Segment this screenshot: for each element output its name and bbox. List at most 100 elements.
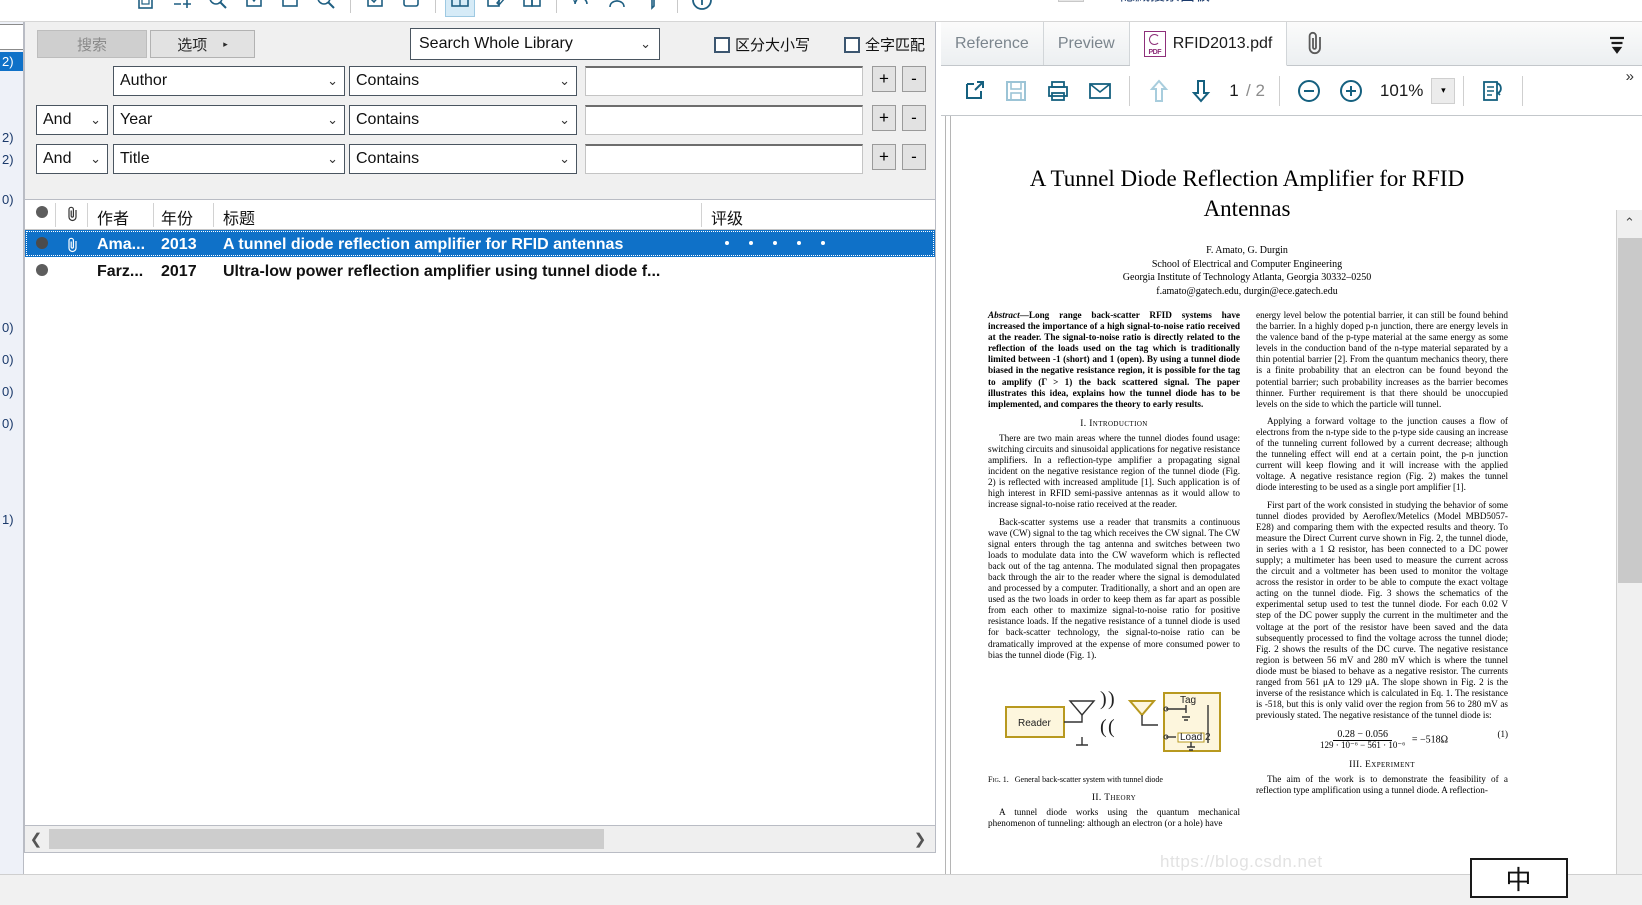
column-header-read[interactable] (36, 205, 48, 223)
undo-icon[interactable] (566, 0, 596, 17)
import-reference-icon[interactable] (167, 0, 197, 17)
group-item[interactable]: 2) (2, 152, 14, 167)
row-read-status[interactable] (36, 263, 48, 281)
column-divider[interactable] (87, 203, 88, 227)
ime-indicator[interactable]: 中 (1470, 858, 1568, 898)
print-icon[interactable] (1041, 74, 1075, 108)
row-rating[interactable] (725, 241, 825, 245)
hscrollbar-thumb[interactable] (49, 829, 604, 849)
save-icon[interactable] (999, 74, 1033, 108)
info-icon[interactable] (687, 0, 717, 17)
quick-search-icon[interactable] (1030, 0, 1050, 7)
pdf-paragraph-3: A tunnel diode works using the quantum m… (988, 806, 1240, 828)
group-item[interactable]: 0) (2, 416, 14, 431)
search-button[interactable]: 搜索 (37, 30, 147, 58)
table-row[interactable]: Farz... 2017 Ultra-low power reflection … (25, 257, 935, 284)
operator-select-3[interactable]: Contains ⌄ (349, 144, 577, 174)
column-header-rating[interactable]: 评级 (711, 205, 743, 229)
boolean-select-2[interactable]: And ⌄ (36, 105, 108, 135)
scroll-right-button[interactable]: ❯ (909, 830, 931, 848)
column-divider[interactable] (701, 203, 702, 227)
layout-panel-icon[interactable] (445, 0, 475, 17)
row-attachment[interactable] (65, 236, 81, 259)
fig1-load-label: Load 2 (1180, 732, 1211, 743)
open-note-icon[interactable] (517, 0, 547, 17)
column-divider[interactable] (153, 203, 154, 227)
field-select-1[interactable]: Author ⌄ (113, 66, 345, 96)
match-words-checkbox[interactable]: 全字匹配 (844, 34, 925, 55)
field-select-2[interactable]: Year ⌄ (113, 105, 345, 135)
search-term-input-2[interactable] (585, 105, 863, 135)
arrow-up-icon[interactable] (1142, 74, 1176, 108)
group-item[interactable]: 0) (2, 352, 14, 367)
field-select-3[interactable]: Title ⌄ (113, 144, 345, 174)
quick-search-label[interactable]: Quick Search (833, 0, 923, 1)
reference-list[interactable]: 作者 年份 标题 评级 Ama... 2013 A tunnel diode r… (24, 200, 936, 825)
group-item[interactable]: 2) (2, 130, 14, 145)
pdf-viewport[interactable]: A Tunnel Diode Reflection Amplifier for … (941, 116, 1642, 874)
tab-reference[interactable]: Reference (941, 22, 1044, 65)
save-pdf-icon[interactable] (275, 0, 305, 17)
search-icon[interactable] (311, 0, 341, 17)
remove-row-button-1[interactable]: - (902, 66, 926, 92)
quick-search-input[interactable] (1058, 0, 1084, 2)
group-item[interactable]: 0) (2, 320, 14, 335)
remove-row-button-3[interactable]: - (902, 144, 926, 170)
column-header-attachment[interactable] (65, 205, 81, 228)
tab-preview[interactable]: Preview (1044, 22, 1130, 65)
zoom-in-icon[interactable] (1334, 74, 1368, 108)
add-row-button-1[interactable]: + (872, 66, 896, 92)
match-case-checkbox[interactable]: 区分大小写 (714, 34, 810, 55)
output-style-icon[interactable] (638, 0, 668, 17)
zoom-out-icon[interactable] (1292, 74, 1326, 108)
boolean-select-3[interactable]: And ⌄ (36, 144, 108, 174)
column-divider[interactable] (55, 203, 56, 227)
close-icon[interactable] (1092, 0, 1112, 7)
scroll-up-button[interactable]: ⌃ (1617, 210, 1642, 236)
spell-check-icon[interactable] (360, 0, 390, 17)
operator-select-2[interactable]: Contains ⌄ (349, 105, 577, 135)
table-row[interactable]: Ama... 2013 A tunnel diode reflection am… (25, 230, 935, 257)
row-read-status[interactable] (36, 236, 48, 254)
remove-row-button-2[interactable]: - (902, 105, 926, 131)
panel-menu-icon[interactable] (1592, 22, 1642, 65)
open-in-external-icon[interactable] (957, 74, 991, 108)
field-select-3-value: Title (120, 150, 150, 167)
add-row-button-2[interactable]: + (872, 105, 896, 131)
new-group-icon[interactable] (396, 0, 426, 17)
arrow-down-icon[interactable] (1184, 74, 1218, 108)
scroll-left-button[interactable]: ❮ (25, 830, 47, 848)
column-header-author[interactable]: 作者 (97, 205, 129, 229)
group-item[interactable]: 1) (2, 512, 14, 527)
search-scope-select[interactable]: Search Whole Library ⌄ (410, 28, 660, 60)
find-full-text-icon[interactable] (203, 0, 233, 17)
groups-search-box[interactable] (0, 24, 23, 50)
add-row-button-3[interactable]: + (872, 144, 896, 170)
zoom-dropdown-button[interactable]: ▾ (1431, 77, 1456, 104)
search-term-input-1[interactable] (585, 66, 863, 96)
reference-list-hscrollbar[interactable]: ❮ ❯ (24, 825, 936, 853)
groups-sidebar[interactable]: 2) 2) 2) 0) 0) 0) 0) 0) 1) (0, 22, 24, 874)
new-reference-icon[interactable] (131, 0, 161, 17)
page-layout-icon[interactable] (1476, 74, 1510, 108)
tab-attachments[interactable] (1287, 22, 1343, 65)
options-button[interactable]: 选项 ▸ (150, 30, 255, 58)
vscrollbar-thumb[interactable] (1618, 238, 1642, 583)
current-page-input[interactable]: 1 (1226, 81, 1242, 101)
tab-pdf-file[interactable]: RFID2013.pdf (1129, 22, 1288, 66)
group-item[interactable]: 0) (2, 384, 14, 399)
column-header-title[interactable]: 标题 (223, 205, 255, 229)
open-pdf-icon[interactable] (239, 0, 269, 17)
search-term-input-3[interactable] (585, 144, 863, 174)
edit-reference-icon[interactable] (481, 0, 511, 17)
overflow-icon[interactable]: » (1626, 68, 1634, 85)
pdf-vscrollbar[interactable]: ⌃ (1616, 210, 1642, 874)
group-item-selected[interactable]: 2) (0, 52, 23, 71)
hide-search-panel-label[interactable]: 隐藏搜索面板 (1120, 0, 1210, 5)
column-divider[interactable] (213, 203, 214, 227)
column-header-year[interactable]: 年份 (161, 205, 193, 229)
group-item[interactable]: 0) (2, 192, 14, 207)
email-icon[interactable] (1083, 74, 1117, 108)
operator-select-1[interactable]: Contains ⌄ (349, 66, 577, 96)
share-icon[interactable] (602, 0, 632, 17)
